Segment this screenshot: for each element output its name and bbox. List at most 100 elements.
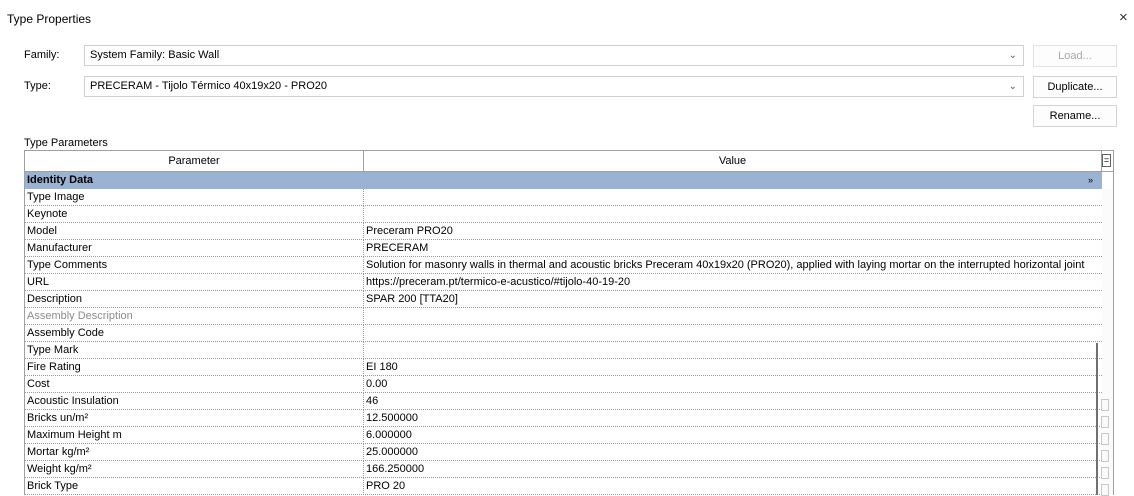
window-title: Type Properties: [7, 12, 92, 26]
edit-button-icon[interactable]: [1101, 399, 1109, 411]
parameter-rows: Type Image Keynote Model Preceram PRO20 Manu…: [25, 189, 1102, 495]
parameter-name-cell: Bricks un/m²: [27, 412, 89, 424]
parameter-name-cell: Description: [27, 293, 83, 305]
table-row[interactable]: Type Comments Solution for masonry walls …: [25, 257, 1102, 274]
parameter-name-cell: Model: [27, 225, 57, 237]
edit-button-icon[interactable]: [1101, 433, 1109, 445]
column-divider: [363, 291, 364, 308]
equals-icon[interactable]: =: [1102, 154, 1111, 167]
duplicate-button[interactable]: Duplicate...: [1033, 76, 1117, 98]
column-divider: [363, 478, 364, 495]
type-label: Type:: [24, 80, 51, 92]
column-divider: [363, 189, 364, 206]
parameter-value-cell[interactable]: PRECERAM: [366, 240, 1101, 256]
column-divider: [363, 410, 364, 427]
type-select-value: PRECERAM - Tijolo Térmico 40x19x20 - PRO…: [90, 80, 327, 92]
column-divider: [363, 342, 364, 359]
parameter-name-cell: Mortar kg/m²: [27, 446, 90, 458]
parameter-value-cell[interactable]: 166.250000: [366, 461, 1101, 477]
column-divider: [363, 427, 364, 444]
table-row[interactable]: Acoustic Insulation 46: [25, 393, 1102, 410]
parameter-name-cell: Type Comments: [27, 259, 108, 271]
type-parameters-grid: Parameter Value = Identity Data » Type I…: [24, 150, 1114, 495]
load-button[interactable]: Load...: [1033, 45, 1117, 67]
chevron-down-icon[interactable]: ⌄: [1009, 46, 1017, 65]
parameter-value-cell[interactable]: SPAR 200 [TTA20]: [366, 291, 1101, 307]
table-row[interactable]: Model Preceram PRO20: [25, 223, 1102, 240]
table-row[interactable]: Maximum Height m 6.000000: [25, 427, 1102, 444]
table-row[interactable]: Brick Type PRO 20: [25, 478, 1102, 495]
parameter-name-cell: Type Mark: [27, 344, 79, 356]
column-divider: [363, 308, 364, 325]
group-header-identity-data[interactable]: Identity Data »: [25, 172, 1102, 189]
table-row[interactable]: Type Mark: [25, 342, 1102, 359]
table-row[interactable]: URL https://preceram.pt/termico-e-acustic…: [25, 274, 1102, 291]
close-icon[interactable]: ×: [1119, 9, 1128, 26]
parameter-value-cell[interactable]: [366, 206, 1101, 222]
table-row[interactable]: Keynote: [25, 206, 1102, 223]
parameter-value-cell[interactable]: Preceram PRO20: [366, 223, 1101, 239]
parameter-value-cell[interactable]: 25.000000: [366, 444, 1101, 460]
column-divider: [363, 223, 364, 240]
collapse-icon[interactable]: »: [1088, 174, 1093, 187]
parameter-value-cell[interactable]: 46: [366, 393, 1101, 409]
column-divider: [363, 240, 364, 257]
parameter-name-cell: Assembly Description: [27, 310, 133, 322]
chevron-down-icon[interactable]: ⌄: [1009, 77, 1017, 96]
table-row[interactable]: Mortar kg/m² 25.000000: [25, 444, 1102, 461]
column-divider: [363, 274, 364, 291]
edit-button-icon[interactable]: [1101, 450, 1109, 462]
table-row[interactable]: Weight kg/m² 166.250000: [25, 461, 1102, 478]
column-divider: [363, 206, 364, 223]
edit-button-icon[interactable]: [1101, 416, 1109, 428]
group-header-label: Identity Data: [27, 174, 94, 186]
scrollbar-thumb[interactable]: [1096, 343, 1098, 495]
table-row[interactable]: Description SPAR 200 [TTA20]: [25, 291, 1102, 308]
column-header-value[interactable]: Value: [364, 151, 1102, 171]
title-bar: Type Properties ×: [0, 0, 1134, 34]
parameter-value-cell[interactable]: 0.00: [366, 376, 1101, 392]
parameter-value-cell[interactable]: [366, 189, 1101, 205]
parameter-value-cell[interactable]: [366, 342, 1101, 358]
parameter-value-cell[interactable]: Solution for masonry walls in thermal an…: [366, 257, 1101, 273]
column-header-parameter[interactable]: Parameter: [25, 151, 364, 171]
parameter-name-cell: Cost: [27, 378, 50, 390]
parameter-name-cell: Weight kg/m²: [27, 463, 92, 475]
edit-button-icon[interactable]: [1101, 467, 1109, 479]
parameter-name-cell: Keynote: [27, 208, 68, 220]
parameter-value-cell[interactable]: EI 180: [366, 359, 1101, 375]
parameter-name-cell: Fire Rating: [27, 361, 81, 373]
table-row[interactable]: Bricks un/m² 12.500000: [25, 410, 1102, 427]
edit-button-icon[interactable]: [1101, 484, 1109, 496]
table-row[interactable]: Assembly Code: [25, 325, 1102, 342]
parameter-value-cell[interactable]: 12.500000: [366, 410, 1101, 426]
parameter-name-cell: Manufacturer: [27, 242, 92, 254]
parameter-value-cell[interactable]: 6.000000: [366, 427, 1101, 443]
parameter-name-cell: Acoustic Insulation: [27, 395, 119, 407]
parameter-value-cell[interactable]: PRO 20: [366, 478, 1101, 494]
parameter-name-cell: Maximum Height m: [27, 429, 122, 441]
table-row[interactable]: Type Image: [25, 189, 1102, 206]
parameter-name-cell: Type Image: [27, 191, 85, 203]
rename-button[interactable]: Rename...: [1033, 105, 1117, 127]
parameter-name-cell: Brick Type: [27, 480, 79, 492]
parameter-value-cell[interactable]: [366, 325, 1101, 341]
table-row[interactable]: Assembly Description: [25, 308, 1102, 325]
table-row[interactable]: Cost 0.00: [25, 376, 1102, 393]
column-divider: [363, 359, 364, 376]
column-divider: [363, 325, 364, 342]
type-select[interactable]: PRECERAM - Tijolo Térmico 40x19x20 - PRO…: [84, 76, 1024, 97]
table-row[interactable]: Fire Rating EI 180: [25, 359, 1102, 376]
grid-header: Parameter Value =: [25, 151, 1113, 172]
column-divider: [363, 393, 364, 410]
column-divider: [363, 376, 364, 393]
column-divider: [363, 444, 364, 461]
parameter-name-cell: Assembly Code: [27, 327, 105, 339]
column-divider: [363, 257, 364, 274]
type-parameters-title: Type Parameters: [24, 137, 108, 149]
parameter-name-cell: URL: [27, 276, 50, 288]
parameter-value-cell[interactable]: [366, 308, 1101, 324]
family-select[interactable]: System Family: Basic Wall ⌄: [84, 45, 1024, 66]
parameter-value-cell[interactable]: https://preceram.pt/termico-e-acustico/#…: [366, 274, 1101, 290]
table-row[interactable]: Manufacturer PRECERAM: [25, 240, 1102, 257]
